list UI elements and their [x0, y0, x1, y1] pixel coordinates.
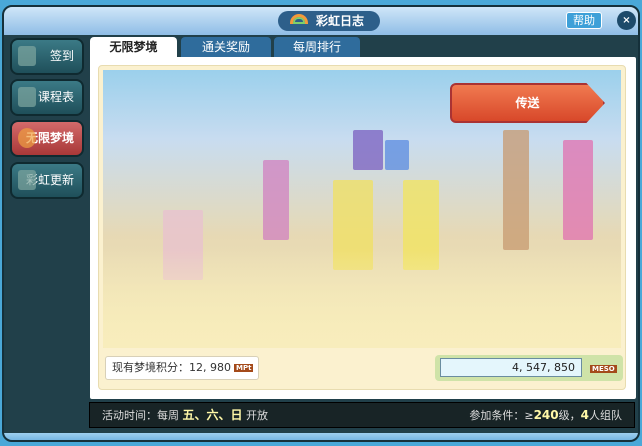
entry-conditions: 参加条件：≥240级，4人组队	[469, 403, 622, 428]
tab-infinite-dream[interactable]: 无限梦境	[90, 37, 177, 59]
title-bar[interactable]: 彩虹日志 帮助 ×	[4, 7, 638, 35]
level-suffix: 级，	[558, 409, 581, 422]
tab-weekly-ranking[interactable]: 每周排行	[274, 37, 360, 57]
window-bottom-border	[4, 433, 638, 440]
meso-badge: MESO	[590, 365, 617, 373]
sidebar-item-checkin[interactable]: 签到	[10, 38, 84, 75]
event-info-bar: 活动时间：每周 五、六、日 开放 参加条件：≥240级，4人组队	[89, 402, 635, 428]
schedule-icon	[18, 87, 36, 107]
meso-box: 4, 547, 850 MESO	[435, 355, 623, 381]
rainbow-icon	[290, 14, 308, 24]
time-label: 活动时间：每周	[102, 409, 179, 422]
dream-icon	[18, 128, 36, 148]
gift-icon	[18, 46, 36, 66]
dream-scene-image: 传送	[103, 70, 621, 348]
sidebar-item-infinite-dream[interactable]: 无限梦境	[10, 120, 84, 157]
cond-label: 参加条件：≥	[469, 409, 534, 422]
dream-panel: 传送 现有梦境积分：12, 980 MPt 4, 547, 850 MESO	[98, 65, 626, 390]
event-time: 活动时间：每周 五、六、日 开放	[102, 403, 268, 428]
close-button[interactable]: ×	[617, 11, 636, 30]
level-req: 240	[533, 408, 559, 422]
mpt-badge: MPt	[234, 364, 254, 372]
party-suffix: 人组队	[589, 409, 622, 422]
sidebar-item-label: 课程表	[37, 90, 74, 104]
party-size: 4	[580, 408, 589, 422]
sidebar-item-label: 签到	[49, 49, 74, 63]
sidebar-item-schedule[interactable]: 课程表	[10, 79, 84, 116]
tab-clear-rewards[interactable]: 通关奖励	[181, 37, 271, 57]
teleport-button[interactable]: 传送	[450, 83, 605, 123]
sidebar-item-rainbow-update[interactable]: 彩虹更新	[10, 162, 84, 199]
meso-display: 4, 547, 850	[440, 358, 582, 377]
help-button[interactable]: 帮助	[566, 12, 602, 29]
rainbow-diary-window: 彩虹日志 帮助 × 签到 课程表 无限梦境 彩虹更新 无限梦境 通关奖励 每周排…	[2, 5, 640, 442]
dream-points-display: 现有梦境积分：12, 980 MPt	[105, 356, 259, 380]
window-title: 彩虹日志	[278, 11, 380, 31]
update-icon	[18, 170, 36, 190]
dream-points-label: 现有梦境积分：12, 980	[112, 361, 231, 374]
open-label: 开放	[246, 409, 269, 422]
window-title-text: 彩虹日志	[316, 14, 365, 28]
event-days: 五、六、日	[182, 408, 243, 422]
content-panel: 传送 现有梦境积分：12, 980 MPt 4, 547, 850 MESO	[90, 57, 636, 399]
